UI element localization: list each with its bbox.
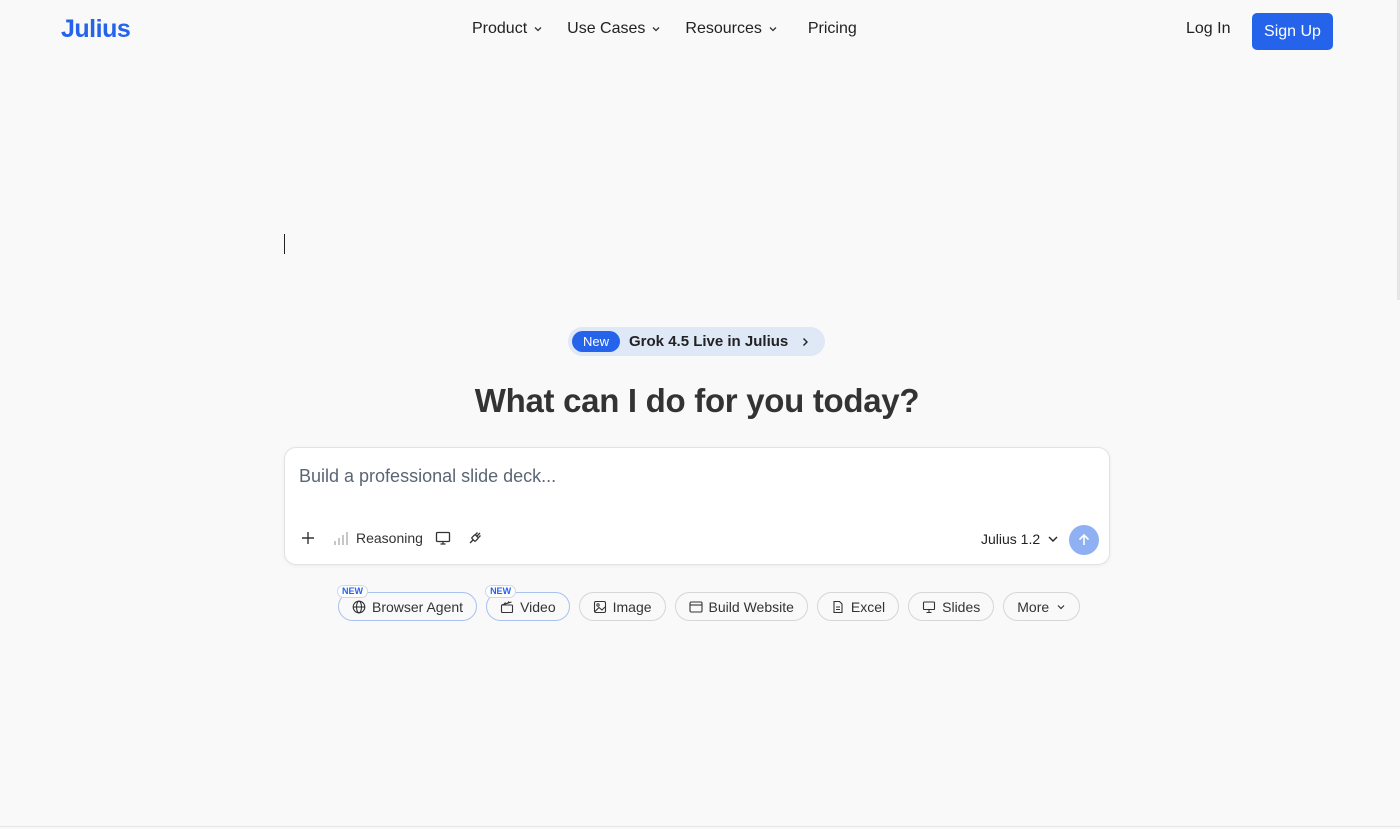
model-label: Julius 1.2 — [981, 531, 1041, 547]
prompt-input[interactable] — [299, 462, 1089, 490]
chip-image[interactable]: Image — [578, 592, 666, 621]
signal-bars-icon — [334, 532, 348, 545]
chevron-down-icon — [652, 27, 660, 32]
chevron-down-icon — [769, 27, 777, 32]
julius-logo[interactable]: Julius — [61, 15, 131, 44]
chip-label: Browser Agent — [372, 598, 464, 615]
chevron-down-icon — [1057, 604, 1065, 609]
model-selector[interactable]: Julius 1.2 — [981, 531, 1059, 547]
nav-product[interactable]: Product — [472, 20, 543, 38]
chip-more[interactable]: More — [1003, 592, 1081, 621]
add-attachment-button[interactable] — [300, 530, 316, 546]
signup-button[interactable]: Sign Up — [1252, 13, 1333, 50]
nav-product-label: Product — [472, 20, 528, 37]
announcement-banner[interactable]: New Grok 4.5 Live in Julius — [568, 327, 825, 356]
chip-label: Slides — [942, 598, 981, 615]
bottom-divider — [0, 826, 1400, 827]
prompt-box: Reasoning Julius 1.2 — [284, 447, 1110, 565]
clapperboard-icon — [501, 600, 514, 613]
text-cursor — [284, 234, 285, 254]
presentation-icon — [923, 600, 936, 613]
chip-label: More — [1017, 598, 1050, 615]
nav-pricing-label: Pricing — [807, 20, 857, 37]
new-badge: New — [572, 331, 621, 352]
chip-label: Video — [520, 598, 556, 615]
arrow-up-icon — [1078, 533, 1090, 545]
chip-video[interactable]: NEW Video — [485, 585, 570, 621]
chip-build-website[interactable]: Build Website — [674, 592, 808, 621]
send-button[interactable] — [1069, 525, 1099, 555]
chip-label: Image — [612, 598, 652, 615]
nav-use-cases[interactable]: Use Cases — [567, 20, 661, 38]
chip-label: Build Website — [708, 598, 794, 615]
chevron-right-icon — [803, 337, 809, 346]
chevron-down-icon — [534, 27, 542, 32]
reasoning-label: Reasoning — [356, 530, 423, 546]
nav-resources[interactable]: Resources — [685, 20, 777, 38]
browser-window-icon — [688, 600, 703, 613]
plug-icon — [469, 532, 481, 544]
chip-excel[interactable]: Excel — [816, 592, 900, 621]
chip-browser-agent[interactable]: NEW Browser Agent — [337, 585, 478, 621]
nav-resources-label: Resources — [685, 20, 762, 37]
computer-mode-button[interactable] — [435, 530, 451, 546]
login-link[interactable]: Log In — [1186, 20, 1230, 38]
chip-slides[interactable]: Slides — [908, 592, 995, 621]
quick-action-chips: NEW Browser Agent NEW Video Image Build … — [337, 585, 1089, 621]
page-headline: What can I do for you today? — [474, 382, 920, 419]
connectors-button[interactable] — [467, 530, 483, 546]
globe-icon — [352, 600, 366, 613]
announcement-text: Grok 4.5 Live in Julius — [629, 333, 789, 350]
main-nav: Product Use Cases Resources Pricing — [472, 20, 881, 38]
nav-use-cases-label: Use Cases — [567, 20, 646, 37]
new-tag: NEW — [485, 585, 517, 598]
image-icon — [593, 600, 606, 613]
nav-pricing[interactable]: Pricing — [808, 20, 857, 38]
monitor-icon — [435, 531, 451, 545]
document-icon — [833, 600, 843, 613]
chip-label: Excel — [850, 598, 886, 615]
top-navigation: Julius Product Use Cases Resources Prici… — [0, 0, 1400, 62]
new-tag: NEW — [337, 585, 368, 598]
chevron-down-icon — [1048, 536, 1058, 542]
reasoning-toggle[interactable]: Reasoning — [333, 530, 423, 546]
plus-icon — [302, 532, 314, 544]
